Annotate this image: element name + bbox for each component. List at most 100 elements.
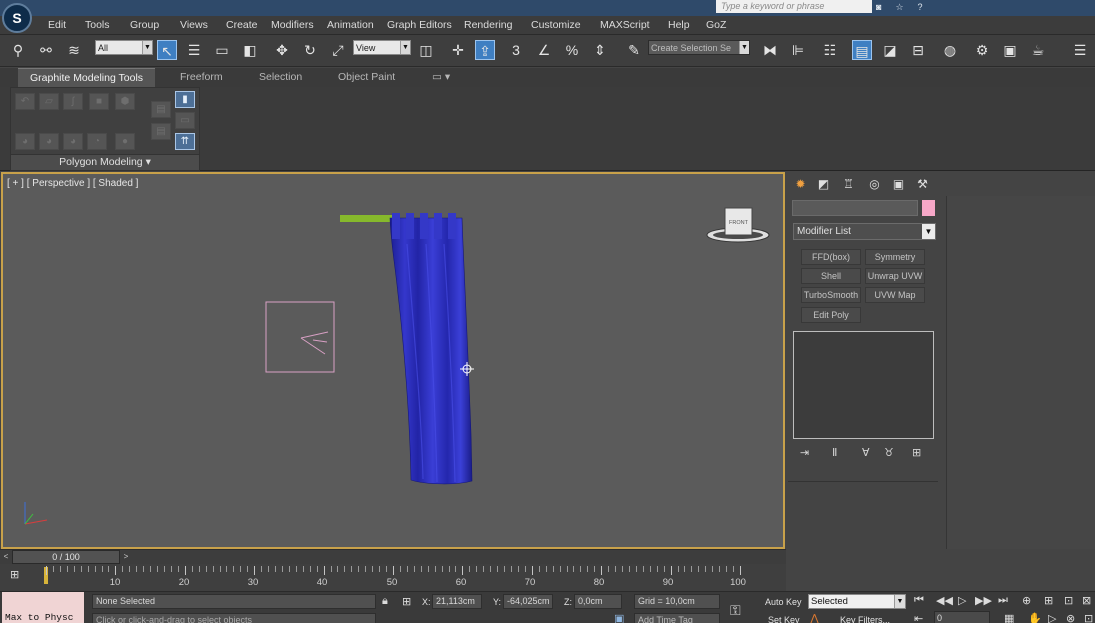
y-coordinate-field[interactable]: -64,025cm bbox=[503, 594, 553, 609]
menu-customize[interactable]: Customize bbox=[531, 19, 581, 31]
align-icon[interactable]: ⊫ bbox=[788, 40, 808, 60]
star-icon[interactable]: ☆ bbox=[895, 2, 917, 12]
window-crossing-icon[interactable]: ◧ bbox=[240, 40, 260, 60]
set-key-icon[interactable]: ⚿ bbox=[730, 602, 741, 619]
hierarchy-panel-icon[interactable]: ♖ bbox=[840, 176, 857, 193]
time-tag-icon[interactable]: ▣ bbox=[614, 612, 624, 623]
pin-stack-icon[interactable]: ⇥ bbox=[800, 446, 809, 459]
tab-graphite-modeling-tools[interactable]: Graphite Modeling Tools bbox=[18, 68, 156, 87]
camera-gizmo[interactable] bbox=[265, 301, 335, 373]
time-slider[interactable]: < 0 / 100 > bbox=[0, 549, 786, 564]
rendered-frame-window-icon[interactable]: ▣ bbox=[1000, 40, 1020, 60]
menu-modifiers[interactable]: Modifiers bbox=[271, 19, 314, 31]
ribbon-edge-icon[interactable]: ◕ bbox=[39, 133, 59, 150]
spinner-snap-icon[interactable]: ⇕ bbox=[590, 40, 610, 60]
absolute-offset-icon[interactable]: ⊞ bbox=[402, 595, 411, 608]
ribbon-pin-icon[interactable]: ▭ bbox=[175, 112, 195, 129]
ribbon-tool-1-icon[interactable]: ↶ bbox=[15, 93, 35, 110]
pivot-center-icon[interactable]: ◫ bbox=[416, 40, 436, 60]
remove-modifier-icon[interactable]: ♉ bbox=[884, 446, 894, 459]
field-of-view-icon[interactable]: ⊡ bbox=[1064, 594, 1073, 607]
graphite-toggle-icon[interactable]: ▤ bbox=[852, 40, 872, 60]
pan-view-icon[interactable]: ✋ bbox=[1028, 612, 1042, 623]
ribbon-tool-5-icon[interactable]: ⬢ bbox=[115, 93, 135, 110]
next-frame-icon[interactable]: ▶▶ bbox=[975, 594, 992, 607]
menu-animation[interactable]: Animation bbox=[327, 19, 374, 31]
object-name-field[interactable] bbox=[792, 200, 918, 216]
ribbon-tool-3-icon[interactable]: ∫ bbox=[63, 93, 83, 110]
play-icon[interactable]: ▷ bbox=[958, 594, 966, 607]
modifier-button-ffd-box[interactable]: FFD(box) bbox=[801, 249, 861, 265]
modifier-button-edit-poly[interactable]: Edit Poly bbox=[801, 307, 861, 323]
ribbon-options-icon[interactable]: ▭ ▾ bbox=[432, 68, 450, 87]
scale-icon[interactable]: ⤢ bbox=[328, 40, 348, 60]
mini-curve-editor-icon[interactable]: ⊞ bbox=[10, 568, 28, 584]
add-time-tag-button[interactable]: Add Time Tag bbox=[634, 613, 720, 623]
link-icon[interactable]: ⚲ bbox=[8, 40, 28, 60]
modifier-button-unwrap-uvw[interactable]: Unwrap UVW bbox=[865, 268, 925, 284]
search-input[interactable]: Type a keyword or phrase bbox=[716, 0, 872, 13]
modifier-button-turbosmooth[interactable]: TurboSmooth bbox=[801, 287, 861, 303]
set-key-button[interactable]: Set Key bbox=[768, 615, 800, 623]
schematic-view-icon[interactable]: ⊟ bbox=[908, 40, 928, 60]
key-mode-dropdown[interactable]: Selected ▼ bbox=[808, 594, 906, 609]
perspective-viewport[interactable]: [ + ] [ Perspective ] [ Shaded ] FRONT bbox=[1, 172, 785, 549]
bind-space-warp-icon[interactable]: ≋ bbox=[64, 40, 84, 60]
ribbon-vertex-icon[interactable]: ◕ bbox=[15, 133, 35, 150]
toolbar-overflow-icon[interactable]: ☰ bbox=[1070, 40, 1090, 60]
maximize-viewport-icon[interactable]: ⊠ bbox=[1082, 594, 1091, 607]
selection-filter-dropdown[interactable]: All ▼ bbox=[95, 40, 153, 55]
walk-through-icon[interactable]: ⊗ bbox=[1066, 612, 1075, 623]
curtain-rod[interactable] bbox=[340, 215, 396, 222]
ribbon-panel-title[interactable]: Polygon Modeling ▾ bbox=[11, 154, 199, 170]
create-panel-icon[interactable]: ✹ bbox=[792, 176, 809, 193]
key-mode-toggle-icon[interactable]: ⇤ bbox=[914, 612, 923, 623]
rotate-icon[interactable]: ↻ bbox=[300, 40, 320, 60]
keyboard-shortcut-override-icon[interactable]: ⇪ bbox=[475, 40, 495, 60]
mirror-icon[interactable]: ⧓ bbox=[760, 40, 780, 60]
utilities-panel-icon[interactable]: ⚒ bbox=[914, 176, 931, 193]
time-slider-next-icon[interactable]: > bbox=[120, 550, 132, 564]
unlink-icon[interactable]: ⚯ bbox=[36, 40, 56, 60]
make-unique-icon[interactable]: ∀ bbox=[862, 446, 870, 459]
tab-freeform[interactable]: Freeform bbox=[180, 68, 223, 87]
render-production-icon[interactable]: ☕ bbox=[1028, 40, 1048, 60]
modifier-button-shell[interactable]: Shell bbox=[801, 268, 861, 284]
track-bar[interactable]: ⊞ 10 20 30 40 50 60 70 80 90 100 bbox=[0, 564, 786, 591]
go-to-start-icon[interactable]: ⏮ bbox=[914, 594, 924, 607]
reference-coordinate-dropdown[interactable]: View ▼ bbox=[353, 40, 411, 55]
render-setup-icon[interactable]: ⚙ bbox=[972, 40, 992, 60]
menu-help[interactable]: Help bbox=[668, 19, 690, 31]
layer-manager-icon[interactable]: ☷ bbox=[820, 40, 840, 60]
ribbon-stack-down-icon[interactable]: ▤ bbox=[151, 123, 171, 140]
ribbon-border-icon[interactable]: ◕ bbox=[63, 133, 83, 150]
ribbon-polygon-icon[interactable]: ◔ bbox=[87, 133, 107, 150]
previous-frame-icon[interactable]: ◀◀ bbox=[936, 594, 953, 607]
tab-selection[interactable]: Selection bbox=[259, 68, 302, 87]
ribbon-element-icon[interactable]: ● bbox=[115, 133, 135, 150]
orbit-icon[interactable]: ▷ bbox=[1048, 612, 1056, 623]
key-icon[interactable]: ⋀ bbox=[810, 612, 819, 623]
menu-tools[interactable]: Tools bbox=[85, 19, 110, 31]
select-by-name-icon[interactable]: ☰ bbox=[184, 40, 204, 60]
curtain-mesh[interactable] bbox=[389, 217, 473, 485]
menu-views[interactable]: Views bbox=[180, 19, 208, 31]
configure-modifier-sets-icon[interactable]: ⊞ bbox=[912, 446, 921, 459]
ribbon-tool-4-icon[interactable]: ■ bbox=[89, 93, 109, 110]
time-slider-thumb[interactable]: 0 / 100 bbox=[12, 550, 120, 564]
time-slider-prev-icon[interactable]: < bbox=[0, 550, 12, 564]
menu-goz[interactable]: GoZ bbox=[706, 19, 726, 31]
help-icon[interactable]: ? bbox=[918, 2, 937, 12]
go-to-end-icon[interactable]: ⏭ bbox=[998, 594, 1008, 607]
menu-edit[interactable]: Edit bbox=[48, 19, 66, 31]
material-editor-icon[interactable]: ◍ bbox=[940, 40, 960, 60]
snaps-toggle-icon[interactable]: 3 bbox=[506, 40, 526, 60]
modifier-list-dropdown[interactable]: Modifier List ▼ bbox=[793, 223, 936, 240]
ribbon-stack-up-icon[interactable]: ▤ bbox=[151, 101, 171, 118]
menu-group[interactable]: Group bbox=[130, 19, 159, 31]
track-ruler[interactable]: 10 20 30 40 50 60 70 80 90 100 bbox=[44, 564, 786, 591]
named-selection-sets-dropdown[interactable]: Create Selection Se ▼ bbox=[648, 40, 750, 55]
object-color-swatch[interactable] bbox=[922, 200, 935, 216]
modifier-button-symmetry[interactable]: Symmetry bbox=[865, 249, 925, 265]
auto-key-button[interactable]: Auto Key bbox=[765, 597, 802, 607]
